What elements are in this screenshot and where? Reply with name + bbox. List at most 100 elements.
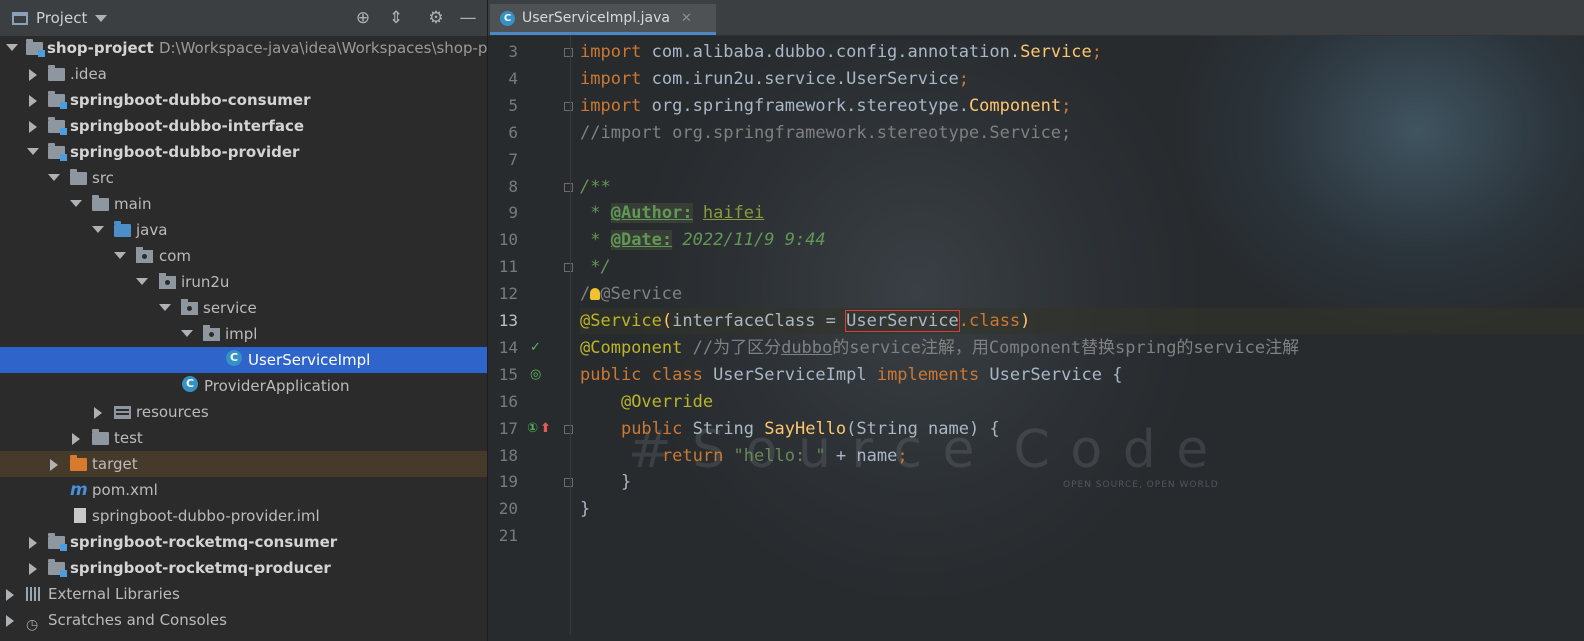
line-number: 7	[508, 149, 518, 169]
tree-item-rocketmq-producer[interactable]: springboot-rocketmq-producer	[0, 555, 487, 581]
code-line[interactable]: import org.springframework.stereotype.Co…	[580, 93, 1071, 119]
code-token: @Override	[620, 391, 714, 412]
line-number: 12	[498, 284, 518, 304]
fold-marker-icon[interactable]	[564, 478, 573, 488]
code-line[interactable]: */	[580, 254, 610, 280]
code-line[interactable]: * @Date: 2022/11/9 9:44	[580, 227, 826, 253]
fold-marker-icon[interactable]	[564, 182, 573, 192]
tree-item-scratches[interactable]: ◷ Scratches and Consoles	[0, 607, 487, 633]
code-token: }	[580, 499, 591, 520]
chevron-right-icon[interactable]	[29, 563, 37, 575]
spring-boot-class-icon: C	[182, 376, 198, 392]
chevron-down-icon[interactable]	[48, 174, 60, 181]
tree-item-providerapplication[interactable]: C ProviderApplication	[0, 373, 487, 399]
chevron-down-icon[interactable]	[92, 226, 104, 233]
tree-item-target[interactable]: target	[0, 451, 487, 477]
fold-marker-icon[interactable]	[564, 263, 573, 273]
tree-item-java[interactable]: java	[0, 217, 487, 243]
tree-item-interface[interactable]: springboot-dubbo-interface	[0, 113, 487, 139]
tree-item-impl[interactable]: impl	[0, 321, 487, 347]
chevron-right-icon[interactable]	[29, 95, 37, 107]
code-line[interactable]: /**	[580, 174, 611, 200]
background-watermark-subtitle: OPEN SOURCE, OPEN WORLD	[1063, 480, 1219, 490]
chevron-right-icon[interactable]	[29, 69, 37, 81]
code-token: @Service	[600, 284, 683, 305]
tree-item-main[interactable]: main	[0, 191, 487, 217]
tree-item-resources[interactable]: resources	[0, 399, 487, 425]
chevron-right-icon[interactable]	[72, 433, 80, 445]
tree-item-irun2u[interactable]: irun2u	[0, 269, 487, 295]
code-line[interactable]: public class UserServiceImpl implements …	[580, 362, 1122, 388]
project-view-selector[interactable]: Project	[12, 9, 108, 27]
override-method-icon[interactable]: ⬆	[540, 421, 551, 436]
code-line[interactable]: public String SayHello(String name) {	[580, 416, 1000, 442]
lightbulb-icon[interactable]	[590, 288, 601, 301]
code-line[interactable]: * @Author: haifei	[580, 200, 764, 226]
folder-icon	[92, 429, 109, 445]
tree-item-label: springboot-dubbo-provider	[70, 143, 300, 161]
project-icon	[12, 11, 28, 25]
tab-userserviceimpl[interactable]: C UserServiceImpl.java ✕	[490, 4, 716, 35]
chevron-right-icon[interactable]	[29, 121, 37, 133]
code-token: com.irun2u.service.UserService	[651, 68, 959, 89]
code-line[interactable]: }	[580, 496, 590, 522]
spring-bean-icon[interactable]: ◎	[530, 367, 541, 382]
code-line[interactable]: @Component //为了区分dubbo的service注解，用Compon…	[580, 335, 1299, 361]
chevron-right-icon[interactable]	[50, 459, 58, 471]
code-line[interactable]: @Service(interfaceClass = UserService.cl…	[580, 308, 1030, 334]
code-line[interactable]: }	[580, 469, 631, 495]
tree-item-provider[interactable]: springboot-dubbo-provider	[0, 139, 487, 165]
tree-item-external-libraries[interactable]: External Libraries	[0, 581, 487, 607]
chevron-down-icon[interactable]	[136, 278, 148, 285]
fold-marker-icon[interactable]	[564, 101, 573, 111]
tree-item-iml[interactable]: springboot-dubbo-provider.iml	[0, 503, 487, 529]
chevron-down-icon[interactable]	[181, 330, 193, 337]
tree-item-rocketmq-consumer[interactable]: springboot-rocketmq-consumer	[0, 529, 487, 555]
locate-icon[interactable]: ⊕	[353, 8, 373, 28]
chevron-down-icon[interactable]	[27, 148, 39, 155]
code-line[interactable]: import com.alibaba.dubbo.config.annotati…	[580, 39, 1102, 65]
chevron-down-icon[interactable]	[159, 304, 171, 311]
tree-item-src[interactable]: src	[0, 165, 487, 191]
chevron-right-icon[interactable]	[94, 407, 102, 419]
tree-item-com[interactable]: com	[0, 243, 487, 269]
file-icon	[74, 508, 86, 523]
minimize-icon[interactable]: —	[458, 8, 478, 28]
code-line[interactable]: import com.irun2u.service.UserService;	[580, 66, 969, 92]
chevron-down-icon[interactable]	[114, 252, 126, 259]
chevron-right-icon[interactable]	[29, 537, 37, 549]
module-folder-icon	[48, 533, 67, 551]
chevron-right-icon[interactable]	[6, 589, 14, 601]
tree-item-pom[interactable]: m pom.xml	[0, 477, 487, 503]
code-token: /**	[580, 176, 611, 197]
spring-bean-icon[interactable]: ✓	[530, 340, 541, 355]
gear-icon[interactable]: ⚙	[426, 8, 446, 28]
tree-item-userserviceimpl[interactable]: C UserServiceImpl	[0, 347, 487, 373]
code-line[interactable]: @Override	[580, 389, 713, 415]
close-icon[interactable]: ✕	[681, 11, 692, 26]
chevron-right-icon[interactable]	[6, 615, 14, 627]
code-line[interactable]: //import org.springframework.stereotype.…	[580, 120, 1071, 146]
code-line[interactable]: / @Service	[580, 281, 682, 307]
excluded-folder-icon	[70, 455, 87, 471]
code-token: //import org.springframework.stereotype.…	[580, 122, 1072, 143]
project-panel: Project ⊕ ⇕ ⚙ — shop-project D:\Workspac…	[0, 0, 488, 641]
code-token: 2022/11/9 9:44	[672, 230, 826, 251]
code-area[interactable]: import com.alibaba.dubbo.config.annotati…	[580, 35, 1584, 641]
tree-item-consumer[interactable]: springboot-dubbo-consumer	[0, 87, 487, 113]
chevron-down-icon[interactable]	[70, 200, 82, 207]
line-number: 21	[498, 526, 518, 546]
tree-item-shop-project[interactable]: shop-project D:\Workspace-java\idea\Work…	[0, 35, 487, 61]
tree-item-service[interactable]: service	[0, 295, 487, 321]
code-token: ;	[897, 445, 908, 466]
code-line[interactable]: return "hello: " + name;	[580, 443, 908, 469]
implements-method-icon[interactable]: ①	[527, 421, 538, 436]
tree-item-test[interactable]: test	[0, 425, 487, 451]
collapse-all-icon[interactable]: ⇕	[386, 8, 406, 28]
tree-item-label: springboot-rocketmq-consumer	[70, 533, 338, 551]
chevron-down-icon[interactable]	[6, 44, 18, 51]
fold-marker-icon[interactable]	[564, 424, 573, 434]
editor-gutter: 3 4 5 6 7 8 9 10 11 12 13 14 15 16 17 18 19 20 21 ✓ ◎ ⬆ ①	[488, 35, 573, 641]
tree-item-idea[interactable]: .idea	[0, 61, 487, 87]
fold-marker-icon[interactable]	[564, 48, 573, 57]
